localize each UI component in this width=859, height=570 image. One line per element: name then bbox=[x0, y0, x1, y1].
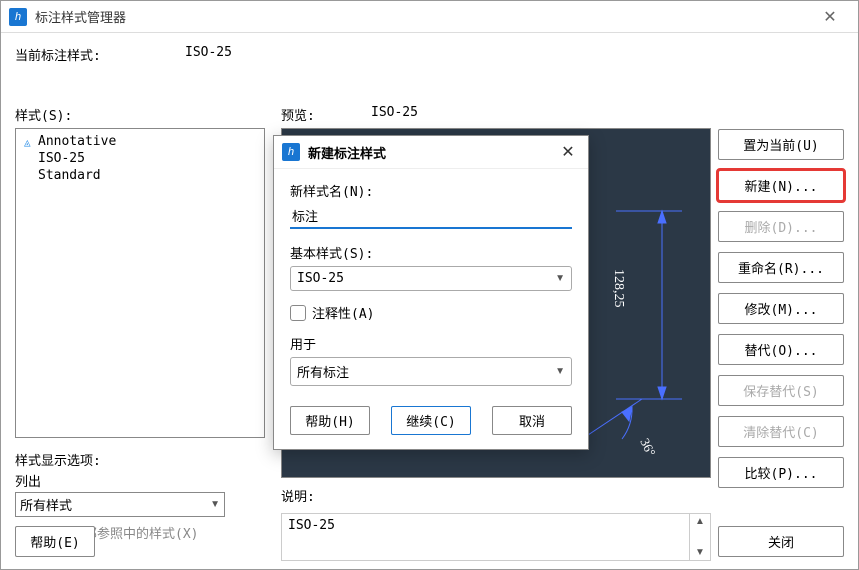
new-name-input[interactable] bbox=[290, 204, 572, 229]
override-button[interactable]: 替代(O)... bbox=[718, 334, 844, 365]
list-item[interactable]: ISO-25 bbox=[22, 150, 258, 167]
list-item[interactable]: Standard bbox=[22, 167, 258, 184]
use-for-value: 所有标注 bbox=[297, 362, 349, 381]
app-icon: h bbox=[9, 8, 27, 26]
clear-override-button: 清除替代(C) bbox=[718, 416, 844, 447]
dialog-cancel-button[interactable]: 取消 bbox=[492, 406, 572, 435]
rename-button[interactable]: 重命名(R)... bbox=[718, 252, 844, 283]
list-label: 列出 bbox=[15, 471, 265, 490]
list-filter-value: 所有样式 bbox=[20, 495, 72, 514]
dialog-icon: h bbox=[282, 143, 300, 161]
scroll-down-icon[interactable]: ▼ bbox=[695, 547, 705, 558]
new-button[interactable]: 新建(N)... bbox=[718, 170, 844, 201]
dialog-help-button[interactable]: 帮助(H) bbox=[290, 406, 370, 435]
current-style-value: ISO-25 bbox=[185, 45, 232, 64]
modify-button[interactable]: 修改(M)... bbox=[718, 293, 844, 324]
compare-button[interactable]: 比较(P)... bbox=[718, 457, 844, 488]
new-name-label: 新样式名(N): bbox=[290, 181, 572, 200]
dialog-continue-button[interactable]: 继续(C) bbox=[391, 406, 471, 435]
close-button[interactable]: 关闭 bbox=[718, 526, 844, 557]
annotative-label: 注释性(A) bbox=[312, 303, 374, 322]
preview-style-name: ISO-25 bbox=[371, 105, 418, 124]
dialog-close-button[interactable]: ✕ bbox=[556, 142, 580, 162]
dim-text: 128,25 bbox=[611, 269, 626, 308]
base-style-label: 基本样式(S): bbox=[290, 243, 572, 262]
checkbox-box[interactable] bbox=[290, 305, 306, 321]
chevron-down-icon: ▼ bbox=[555, 273, 565, 284]
window-close-button[interactable]: ✕ bbox=[810, 7, 850, 27]
use-for-label: 用于 bbox=[290, 334, 572, 353]
save-override-button: 保存替代(S) bbox=[718, 375, 844, 406]
base-style-select[interactable]: ISO-25 ▼ bbox=[290, 266, 572, 291]
help-bottom-button[interactable]: 帮助(E) bbox=[15, 526, 95, 557]
description-box: ISO-25 bbox=[281, 513, 689, 561]
description-scrollbar[interactable]: ▲ ▼ bbox=[689, 513, 711, 561]
preview-label: 预览: bbox=[281, 105, 371, 124]
dialog-title: 新建标注样式 bbox=[308, 143, 556, 162]
list-filter-combo[interactable]: 所有样式 ▼ bbox=[15, 492, 225, 517]
scroll-up-icon[interactable]: ▲ bbox=[695, 516, 705, 527]
new-style-dialog: h 新建标注样式 ✕ 新样式名(N): 基本样式(S): ISO-25 ▼ 注释… bbox=[273, 135, 589, 450]
display-options-label: 样式显示选项: bbox=[15, 450, 265, 469]
set-current-button[interactable]: 置为当前(U) bbox=[718, 129, 844, 160]
annotative-checkbox[interactable]: 注释性(A) bbox=[290, 303, 572, 322]
angle-text: 36° bbox=[637, 436, 658, 459]
delete-button: 删除(D)... bbox=[718, 211, 844, 242]
annotative-icon: ◬ bbox=[24, 136, 36, 148]
window-title: 标注样式管理器 bbox=[35, 7, 810, 26]
list-item[interactable]: ◬Annotative bbox=[22, 133, 258, 150]
styles-listbox[interactable]: ◬Annotative ISO-25 Standard bbox=[15, 128, 265, 438]
current-style-label: 当前标注样式: bbox=[15, 45, 185, 64]
use-for-select[interactable]: 所有标注 ▼ bbox=[290, 357, 572, 386]
chevron-down-icon: ▼ bbox=[210, 499, 220, 510]
base-style-value: ISO-25 bbox=[297, 271, 344, 286]
chevron-down-icon: ▼ bbox=[555, 366, 565, 377]
description-label: 说明: bbox=[281, 486, 708, 505]
styles-label: 样式(S): bbox=[15, 105, 265, 124]
